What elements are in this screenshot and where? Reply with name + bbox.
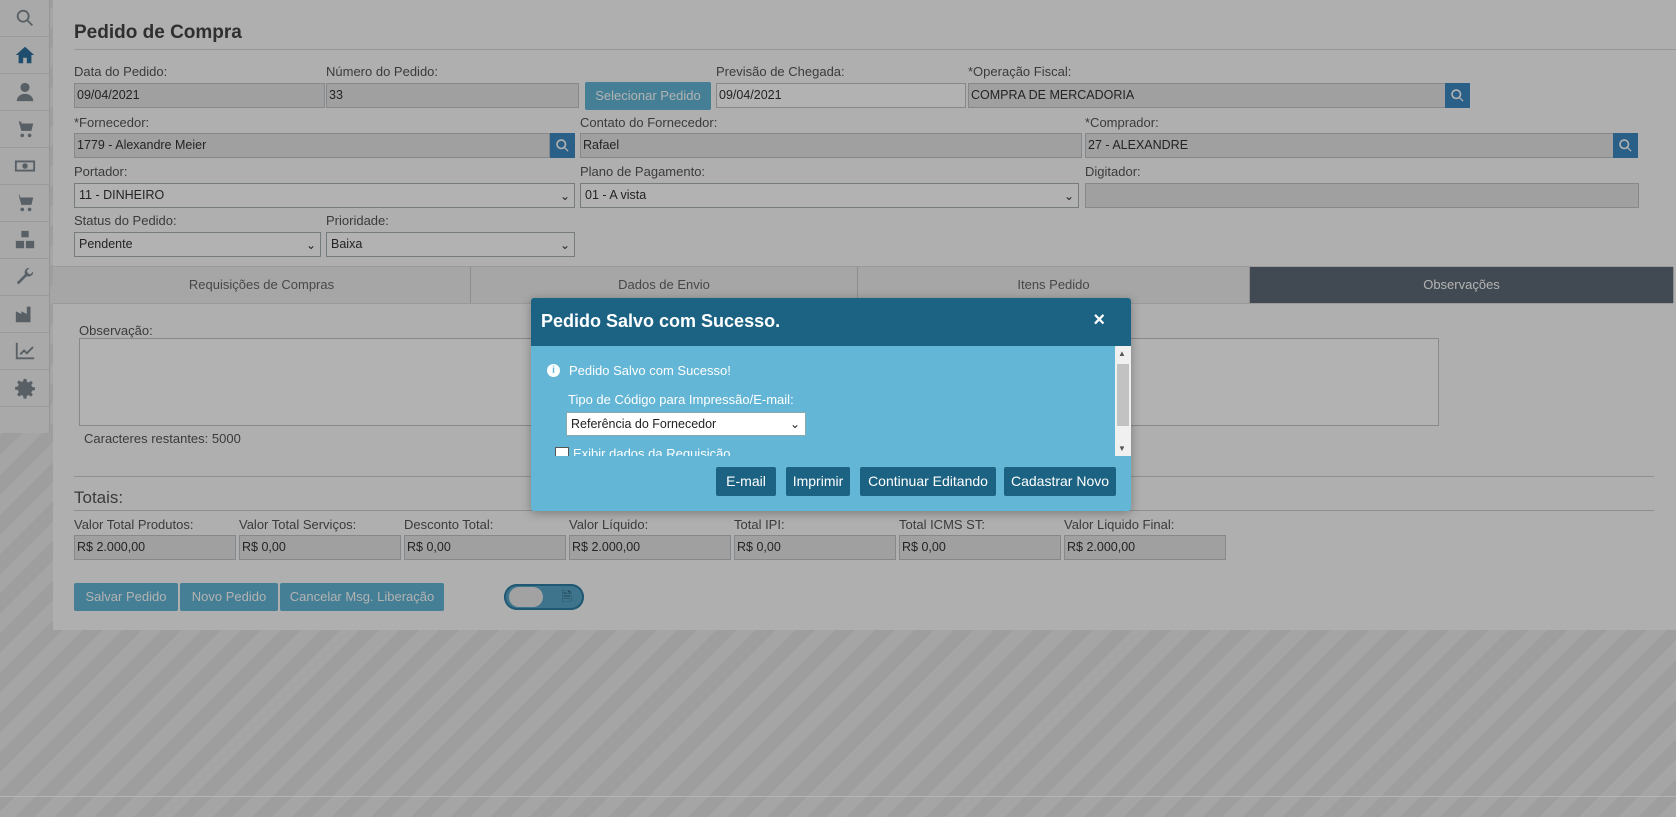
success-dialog: Pedido Salvo com Sucesso. × i Pedido Sal… bbox=[531, 298, 1131, 511]
info-icon: i bbox=[547, 364, 560, 377]
dialog-title: Pedido Salvo com Sucesso. bbox=[541, 311, 781, 331]
continuar-editando-button[interactable]: Continuar Editando bbox=[860, 467, 996, 496]
scroll-up-icon[interactable]: ▲ bbox=[1118, 349, 1126, 358]
tipo-codigo-select[interactable]: Referência do Fornecedor ⌄ bbox=[566, 412, 806, 436]
dialog-header: Pedido Salvo com Sucesso. × bbox=[531, 298, 1131, 346]
exibir-requisicao-row: Exibir dados da Requisição bbox=[555, 446, 731, 456]
success-message: i Pedido Salvo com Sucesso! bbox=[547, 363, 731, 378]
chevron-down-icon: ⌄ bbox=[789, 417, 800, 431]
dialog-body: i Pedido Salvo com Sucesso! Tipo de Códi… bbox=[531, 346, 1115, 456]
success-message-text: Pedido Salvo com Sucesso! bbox=[569, 363, 731, 378]
close-icon[interactable]: × bbox=[1093, 309, 1105, 332]
tipo-codigo-label: Tipo de Código para Impressão/E-mail: bbox=[568, 392, 794, 407]
cadastrar-novo-button[interactable]: Cadastrar Novo bbox=[1004, 467, 1116, 496]
exibir-requisicao-label: Exibir dados da Requisição bbox=[573, 446, 731, 456]
exibir-requisicao-checkbox[interactable] bbox=[555, 446, 569, 456]
footer-divider bbox=[0, 796, 1676, 797]
email-button[interactable]: E-mail bbox=[716, 467, 776, 496]
imprimir-button[interactable]: Imprimir bbox=[786, 467, 850, 496]
scroll-thumb[interactable] bbox=[1117, 364, 1129, 426]
scroll-down-icon[interactable]: ▼ bbox=[1118, 444, 1126, 453]
tipo-codigo-value: Referência do Fornecedor bbox=[571, 417, 717, 431]
dialog-scrollbar[interactable]: ▲ ▼ bbox=[1115, 346, 1131, 456]
